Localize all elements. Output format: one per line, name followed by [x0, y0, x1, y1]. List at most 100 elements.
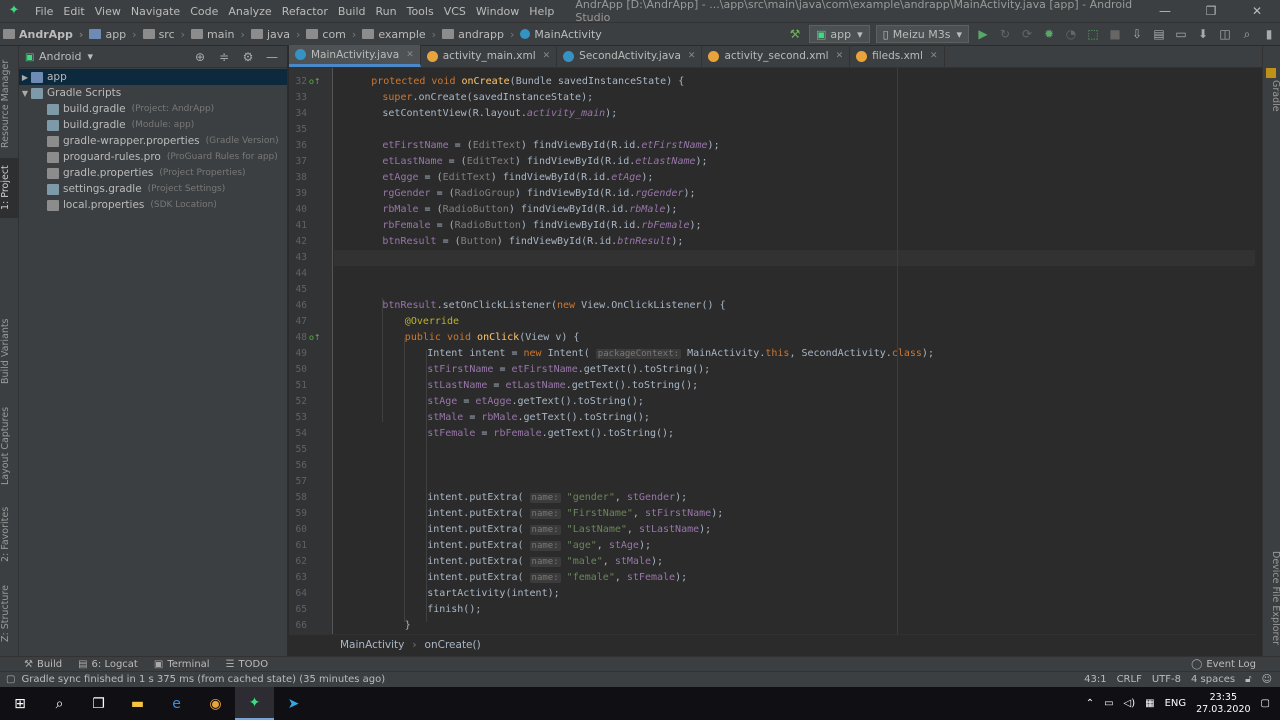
tree-item[interactable]: ▶ app: [19, 69, 287, 85]
breadcrumb-class[interactable]: MainActivity: [340, 639, 404, 651]
status-icon[interactable]: ▢: [6, 674, 15, 685]
windows-start-icon[interactable]: ⊞: [0, 687, 40, 720]
tab-device-file-explorer[interactable]: Device File Explorer: [1263, 548, 1280, 648]
tab-resource-manager[interactable]: Resource Manager: [0, 56, 19, 151]
breadcrumb-item[interactable]: MainActivity: [517, 28, 604, 41]
tree-item[interactable]: ▼ Gradle Scripts: [19, 85, 287, 101]
minimize-icon[interactable]: —: [1142, 4, 1188, 18]
breadcrumb-item[interactable]: andrapp ›: [439, 28, 517, 41]
menu-analyze[interactable]: Analyze: [223, 5, 276, 18]
sync-gradle-icon[interactable]: ⇩: [1126, 25, 1148, 43]
tab-mainactivity-java[interactable]: MainActivity.java ✕: [289, 45, 421, 67]
breadcrumb-method[interactable]: onCreate(): [425, 639, 481, 651]
menu-tools[interactable]: Tools: [402, 5, 439, 18]
folder-icon[interactable]: ▤: [1148, 25, 1170, 43]
expand-arrow-icon[interactable]: ▼: [19, 89, 31, 98]
search-icon[interactable]: ⌕: [1236, 25, 1258, 43]
menu-run[interactable]: Run: [371, 5, 402, 18]
tab-structure[interactable]: Z: Structure: [0, 584, 19, 644]
build-hammer-icon[interactable]: ⚒: [784, 25, 806, 43]
close-tab-icon[interactable]: ✕: [930, 51, 938, 61]
breadcrumb-item[interactable]: example ›: [359, 28, 439, 41]
tab-project[interactable]: 1: Project: [0, 158, 19, 218]
tab-layout-captures[interactable]: Layout Captures: [0, 406, 19, 486]
keyboard-icon[interactable]: ▦: [1145, 698, 1154, 709]
apply-changes-icon[interactable]: ⟳: [1016, 25, 1038, 43]
gear-icon[interactable]: ⚙: [237, 48, 259, 66]
tab-activity-main-xml[interactable]: activity_main.xml ✕: [421, 45, 558, 67]
tool-logcat[interactable]: ▤ 6: Logcat: [78, 659, 138, 670]
tool-event-log[interactable]: ◯ Event Log: [1191, 659, 1256, 670]
tree-item[interactable]: proguard-rules.pro (ProGuard Rules for ap…: [19, 149, 287, 165]
attach-debugger-icon[interactable]: ⬚: [1082, 25, 1104, 43]
debug-icon[interactable]: ✹: [1038, 25, 1060, 43]
indent-setting[interactable]: 4 spaces: [1191, 674, 1235, 685]
tab-fileds-xml[interactable]: fileds.xml ✕: [850, 45, 945, 67]
telegram-icon[interactable]: ➤: [274, 687, 313, 720]
tab-favorites[interactable]: 2: Favorites: [0, 504, 19, 564]
tree-item[interactable]: local.properties (SDK Location): [19, 197, 287, 213]
override-marker-icon[interactable]: o↑: [309, 333, 321, 342]
profile-icon[interactable]: ◔: [1060, 25, 1082, 43]
breadcrumb-item[interactable]: AndrApp ›: [0, 28, 86, 41]
menu-window[interactable]: Window: [471, 5, 524, 18]
menu-build[interactable]: Build: [333, 5, 371, 18]
notifications-icon[interactable]: ▢: [1261, 698, 1270, 709]
menu-help[interactable]: Help: [524, 5, 559, 18]
device-select[interactable]: ▯ Meizu M3s ▾: [875, 25, 969, 43]
locate-icon[interactable]: ⊕: [189, 48, 211, 66]
avd-manager-icon[interactable]: ▭: [1170, 25, 1192, 43]
status-message[interactable]: Gradle sync finished in 1 s 375 ms (from…: [21, 674, 385, 685]
breadcrumb-item[interactable]: main ›: [188, 28, 248, 41]
close-tab-icon[interactable]: ✕: [836, 51, 844, 61]
inspector-icon[interactable]: ☺: [1262, 674, 1272, 685]
stop-icon[interactable]: ■: [1104, 25, 1126, 43]
override-marker-icon[interactable]: o↑: [309, 77, 321, 86]
menu-refactor[interactable]: Refactor: [277, 5, 333, 18]
tab-build-variants[interactable]: Build Variants: [0, 316, 19, 386]
tree-item[interactable]: build.gradle (Module: app): [19, 117, 287, 133]
breadcrumb-item[interactable]: src ›: [140, 28, 188, 41]
tree-item[interactable]: settings.gradle (Project Settings): [19, 181, 287, 197]
chevron-up-icon[interactable]: ⌃: [1086, 698, 1094, 709]
breadcrumb-item[interactable]: java ›: [248, 28, 303, 41]
expand-arrow-icon[interactable]: ▶: [19, 73, 31, 82]
clock[interactable]: 23:35 27.03.2020: [1196, 692, 1250, 716]
close-tab-icon[interactable]: ✕: [543, 51, 551, 61]
hide-icon[interactable]: ▮: [1258, 25, 1280, 43]
menu-navigate[interactable]: Navigate: [126, 5, 185, 18]
tree-item[interactable]: build.gradle (Project: AndrApp): [19, 101, 287, 117]
chrome-icon[interactable]: ◉: [196, 687, 235, 720]
lock-icon[interactable]: 🔓︎: [1245, 674, 1251, 685]
run-config-select[interactable]: ▣ app ▾: [808, 25, 870, 43]
language-indicator[interactable]: ENG: [1165, 698, 1187, 709]
project-view-select[interactable]: ▣ Android ▾: [25, 50, 93, 63]
tool-todo[interactable]: ☰ TODO: [226, 659, 269, 670]
breadcrumb-item[interactable]: app ›: [86, 28, 139, 41]
line-separator[interactable]: CRLF: [1117, 674, 1142, 685]
close-icon[interactable]: ✕: [1234, 4, 1280, 18]
rerun-icon[interactable]: ↻: [994, 25, 1016, 43]
maximize-icon[interactable]: ❐: [1188, 4, 1234, 18]
network-icon[interactable]: ▭: [1104, 698, 1113, 709]
tree-item[interactable]: gradle.properties (Project Properties): [19, 165, 287, 181]
code-editor[interactable]: 32 o↑ 33 34 35 36 37 38 39 40 41 42 43 44 45 46 47 48 o↑ 49…: [289, 68, 1255, 634]
file-encoding[interactable]: UTF-8: [1152, 674, 1181, 685]
edge-icon[interactable]: e: [157, 687, 196, 720]
menu-view[interactable]: View: [90, 5, 126, 18]
menu-file[interactable]: File: [30, 5, 58, 18]
tree-item[interactable]: gradle-wrapper.properties (Gradle Version…: [19, 133, 287, 149]
tab-gradle[interactable]: Gradle: [1263, 66, 1280, 126]
caret-position[interactable]: 43:1: [1084, 674, 1106, 685]
menu-edit[interactable]: Edit: [58, 5, 89, 18]
task-view-icon[interactable]: ❐: [79, 687, 118, 720]
close-tab-icon[interactable]: ✕: [688, 51, 696, 61]
tab-secondactivity-java[interactable]: SecondActivity.java ✕: [557, 45, 703, 67]
tool-build[interactable]: ⚒ Build: [24, 659, 62, 670]
file-explorer-icon[interactable]: ▬: [118, 687, 157, 720]
menu-vcs[interactable]: VCS: [439, 5, 471, 18]
menu-code[interactable]: Code: [185, 5, 223, 18]
tab-activity-second-xml[interactable]: activity_second.xml ✕: [702, 45, 851, 67]
sdk-manager-icon[interactable]: ⬇: [1192, 25, 1214, 43]
search-icon[interactable]: ⌕: [40, 687, 79, 720]
